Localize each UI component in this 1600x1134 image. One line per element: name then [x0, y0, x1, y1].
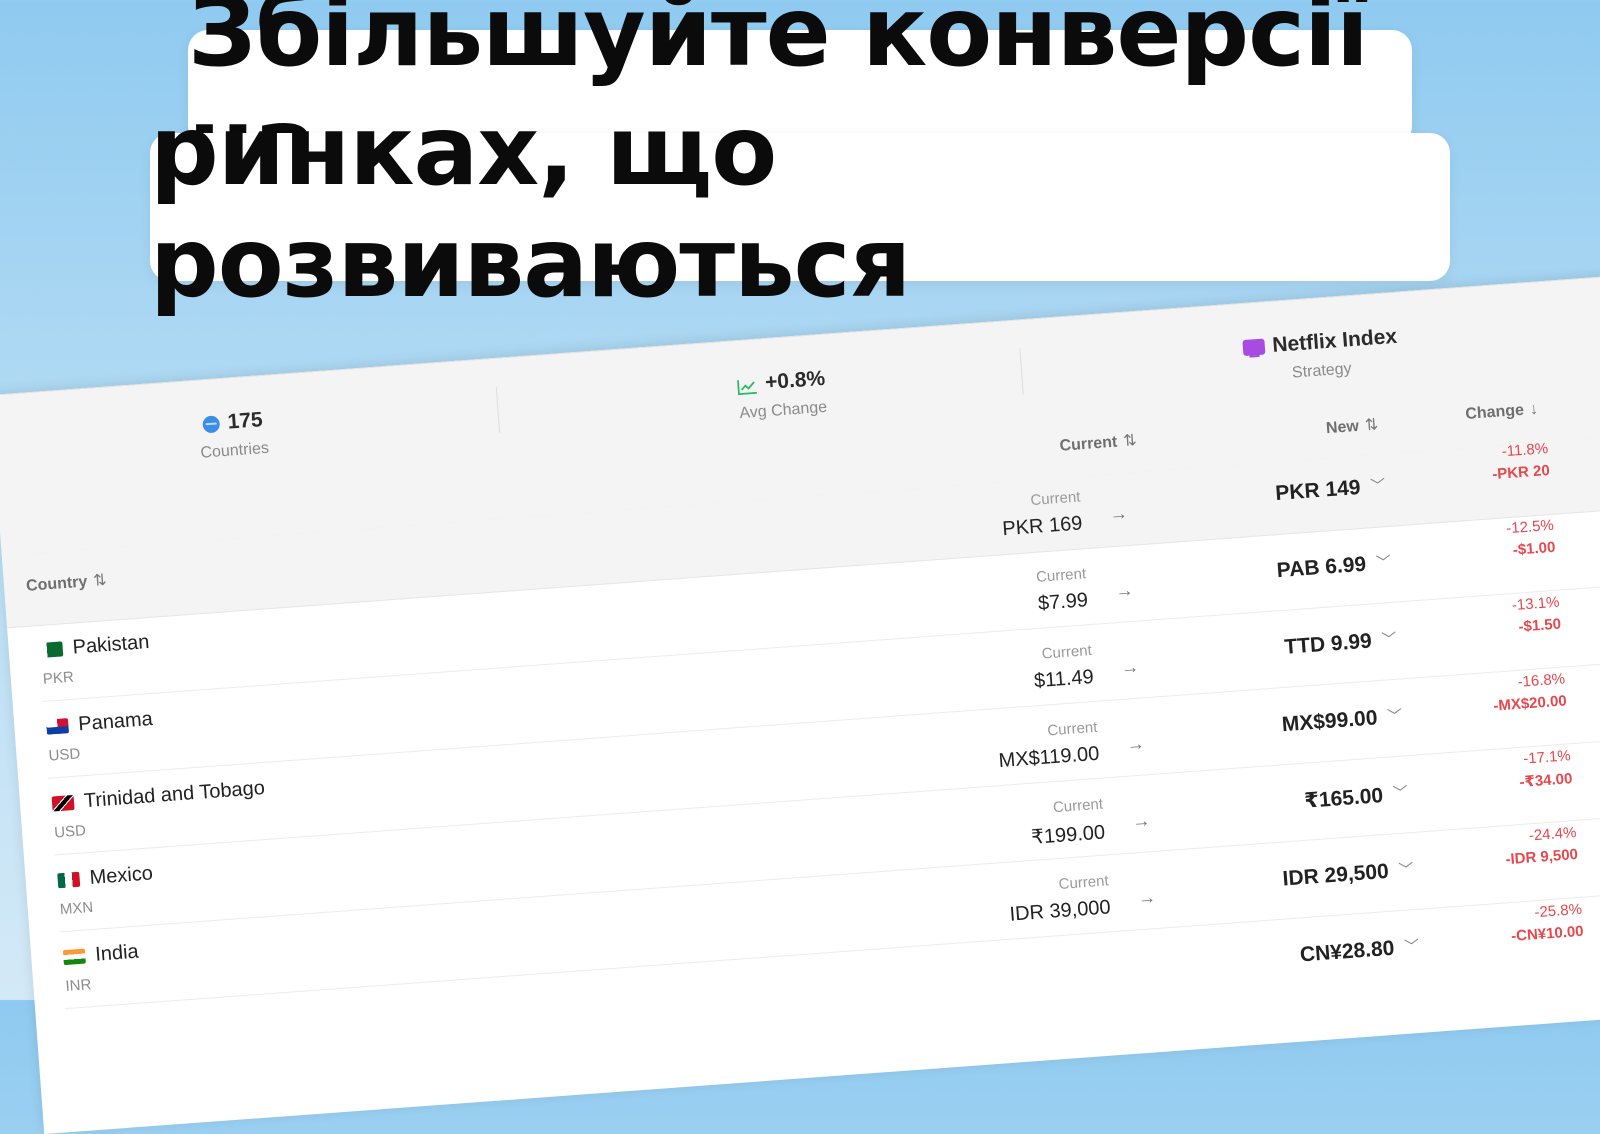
stat-strategy[interactable]: Netflix Index Strategy [1169, 320, 1472, 392]
chevron-down-icon[interactable]: ﹀ [1381, 628, 1398, 650]
headline-line-2: ринках, що розвиваються [150, 95, 1450, 319]
arrow-right-icon: → [1125, 733, 1146, 755]
chevron-down-icon[interactable]: ﹀ [1370, 474, 1387, 496]
pricing-table-panel: 175 Countries +0.8% Avg Change Netflix I… [0, 274, 1600, 1134]
arrow-right-icon: → [1109, 503, 1129, 525]
tv-icon [1241, 338, 1266, 357]
arrow-right-icon: → [1137, 886, 1157, 909]
currency-code: PKR [42, 668, 75, 688]
column-header-current[interactable]: Current ⇅ [1059, 430, 1137, 456]
stat-divider [1019, 348, 1024, 395]
column-header-country[interactable]: Country ⇅ [25, 570, 107, 596]
sort-icon[interactable]: ⇅ [93, 572, 108, 590]
pakistan-flag-icon [40, 641, 64, 658]
currency-code: MXN [59, 898, 94, 919]
currency-code: USD [47, 745, 81, 765]
chevron-down-icon[interactable]: ﹀ [1392, 781, 1409, 803]
stat-countries: 175 Countries [82, 399, 385, 471]
currency-code: INR [64, 976, 92, 996]
currency-code: USD [53, 822, 87, 842]
country-name: Mexico [88, 862, 154, 889]
chevron-down-icon[interactable]: ﹀ [1375, 551, 1392, 573]
globe-icon [202, 414, 221, 433]
stat-avg-change-value: +0.8% [764, 366, 826, 395]
panama-flag-icon [45, 718, 69, 735]
stat-strategy-value: Netflix Index [1271, 324, 1398, 357]
country-name: Pakistan [71, 631, 151, 659]
india-flag-icon [62, 948, 86, 966]
country-name: Trinidad and Tobago [83, 776, 266, 813]
arrow-right-icon: → [1120, 656, 1140, 678]
stat-divider [495, 386, 501, 433]
trend-chart-icon [736, 376, 758, 396]
stat-avg-change: +0.8% Avg Change [631, 359, 934, 431]
sort-desc-icon[interactable]: ↓ [1529, 401, 1538, 419]
country-name: Panama [77, 707, 154, 736]
arrow-right-icon: → [1131, 810, 1151, 832]
chevron-down-icon[interactable]: ﹀ [1403, 935, 1420, 957]
mexico-flag-icon [57, 871, 81, 889]
arrow-right-icon: → [1114, 579, 1135, 602]
stat-countries-value: 175 [226, 408, 264, 434]
sort-icon[interactable]: ⇅ [1123, 432, 1138, 450]
country-name: India [94, 940, 140, 966]
column-header-change[interactable]: Change ↓ [1465, 401, 1539, 424]
trinidad-flag-icon [51, 794, 75, 812]
column-header-new[interactable]: New ⇅ [1325, 414, 1379, 438]
sort-icon[interactable]: ⇅ [1364, 416, 1379, 434]
chevron-down-icon[interactable]: ﹀ [1398, 858, 1415, 880]
chevron-down-icon[interactable]: ﹀ [1386, 704, 1403, 726]
